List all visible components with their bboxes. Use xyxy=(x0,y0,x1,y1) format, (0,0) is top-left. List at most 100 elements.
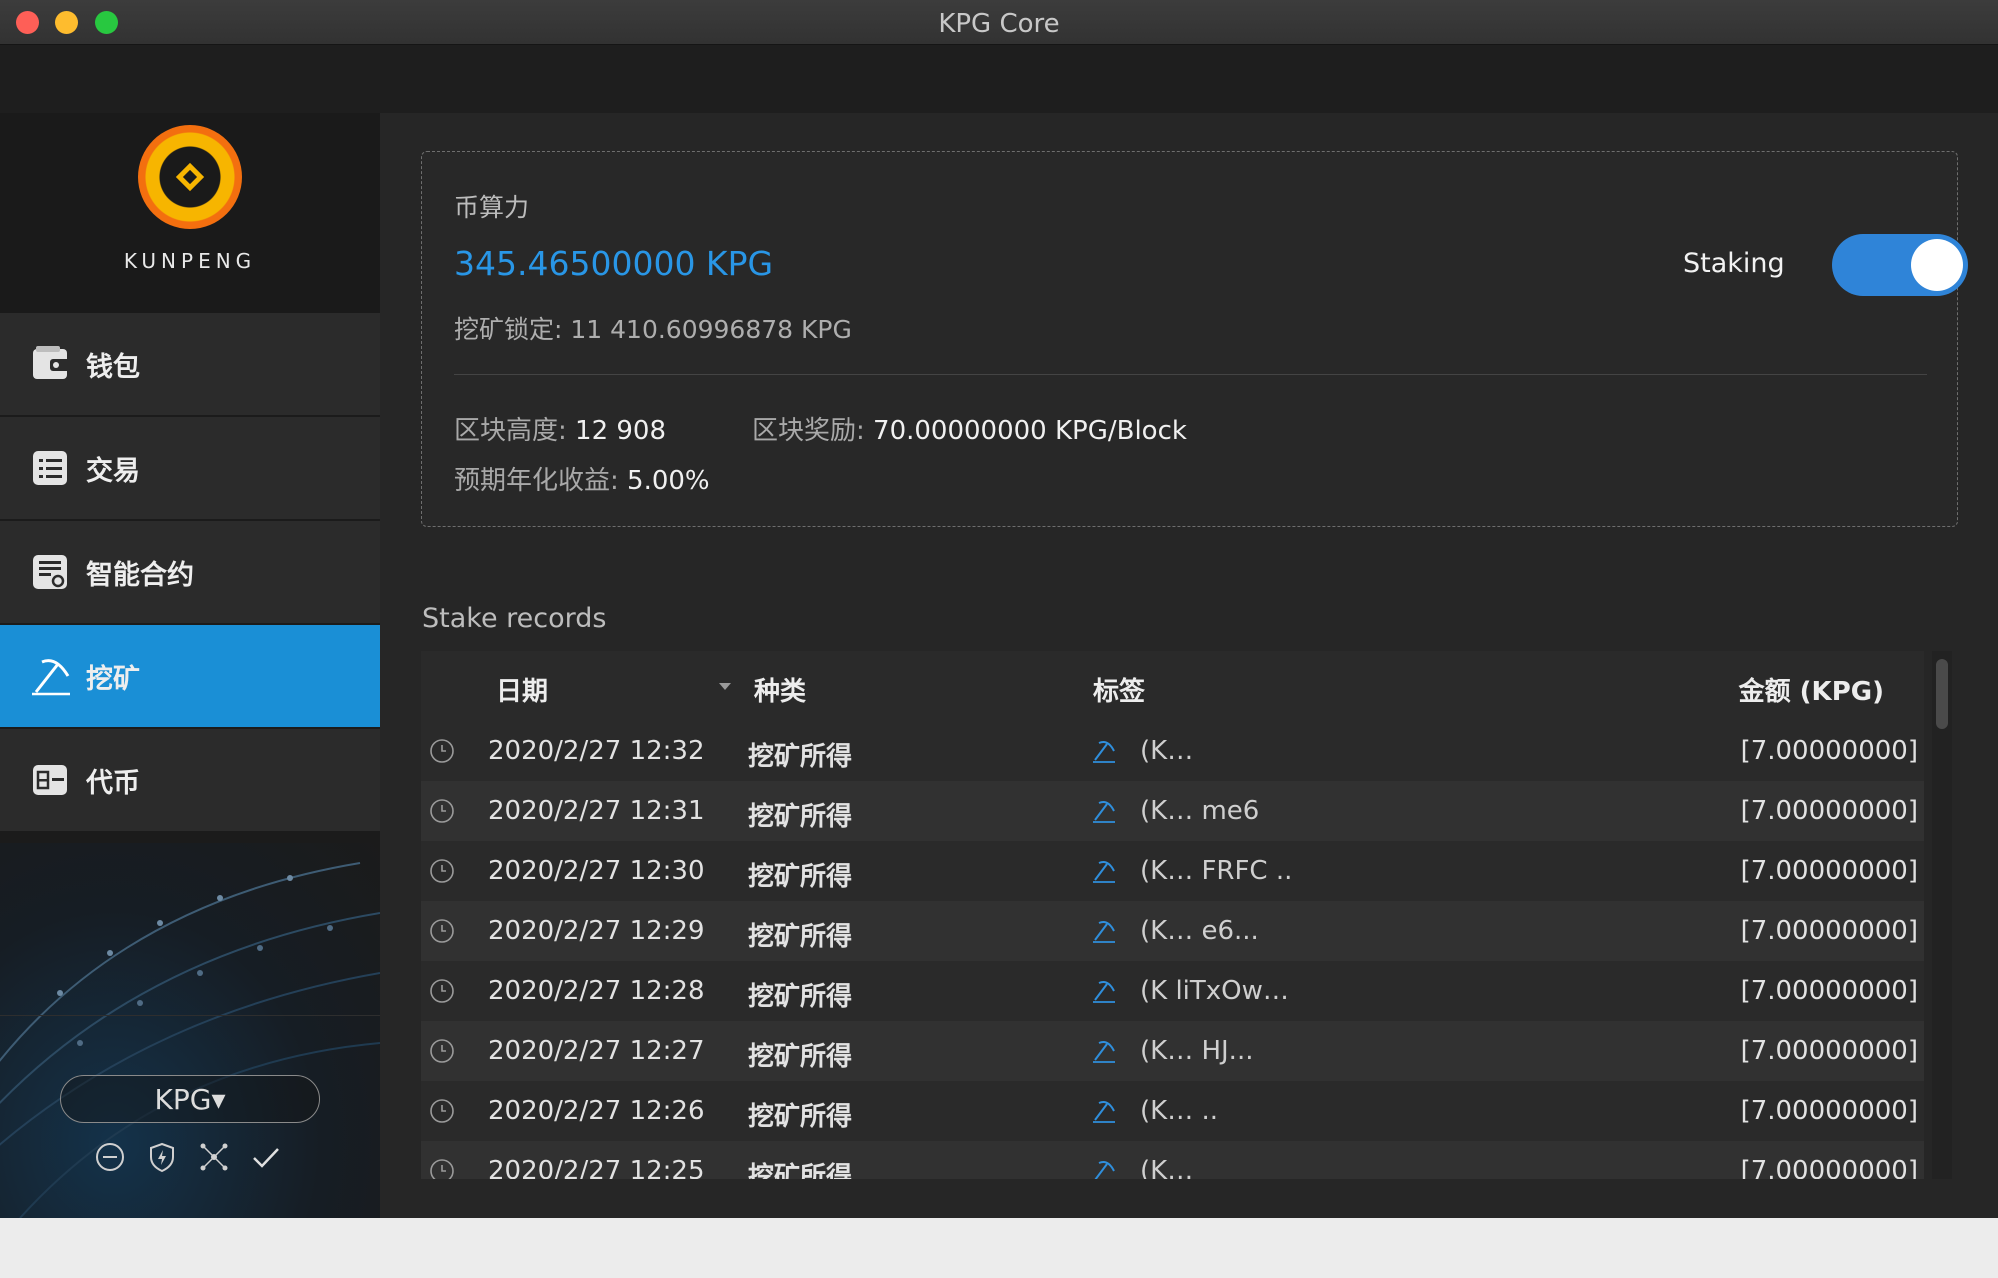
block-height-value: 12 908 xyxy=(575,416,667,446)
clock-icon xyxy=(429,1038,455,1064)
row-date: 2020/2/27 12:30 xyxy=(488,856,705,886)
row-label: (K… xyxy=(1140,736,1194,766)
row-date: 2020/2/27 12:32 xyxy=(488,736,705,766)
stake-summary-card: 币算力 345.46500000 KPG 挖矿锁定: 11 410.609968… xyxy=(421,151,1968,527)
mining-tag-icon xyxy=(1091,1158,1117,1179)
top-strip xyxy=(0,45,1998,113)
row-type: 挖矿所得 xyxy=(748,982,853,1012)
sidebar-item-mining[interactable]: 挖矿 xyxy=(0,625,380,729)
card-divider xyxy=(454,374,1927,375)
minus-circle-icon[interactable] xyxy=(94,1141,126,1173)
row-amount: [7.00000000] xyxy=(1740,976,1918,1006)
row-type: 挖矿所得 xyxy=(748,1042,853,1072)
row-type: 挖矿所得 xyxy=(748,1102,853,1132)
clock-icon xyxy=(429,1158,455,1179)
table-row[interactable]: 2020/2/27 12:31 挖矿所得 (K… me6 [7.00000000] xyxy=(421,781,1924,841)
main-content: 币算力 345.46500000 KPG 挖矿锁定: 11 410.609968… xyxy=(380,113,1998,1218)
mining-tag-icon xyxy=(1091,1038,1117,1064)
sidebar-item-smart-contracts[interactable]: 智能合约 xyxy=(0,521,380,625)
row-type: 挖矿所得 xyxy=(748,1162,853,1179)
expected-yield-label: 预期年化收益: xyxy=(454,466,628,496)
sidebar-nav: 钱包 交易 智能合约 挖矿 代币 xyxy=(0,313,380,833)
table-row[interactable]: 2020/2/27 12:29 挖矿所得 (K… e6... [7.00000000] xyxy=(421,901,1924,961)
row-type: 挖矿所得 xyxy=(748,922,853,952)
row-label: (K… .. xyxy=(1140,1096,1218,1126)
mining-tag-icon xyxy=(1091,738,1117,764)
row-date: 2020/2/27 12:29 xyxy=(488,916,705,946)
row-type: 挖矿所得 xyxy=(748,862,853,892)
title-bar[interactable]: KPG Core xyxy=(0,0,1998,45)
mining-tag-icon xyxy=(1091,918,1117,944)
toggle-knob xyxy=(1911,239,1963,291)
stake-records-table: 日期 种类 标签 金额 (KPG) 2020/2/27 12:32 挖矿所得 (K…… xyxy=(421,651,1924,1179)
sidebar-item-label: 代币 xyxy=(86,767,140,799)
row-amount: [7.00000000] xyxy=(1740,796,1918,826)
expected-yield-value: 5.00% xyxy=(627,466,710,496)
clock-icon xyxy=(429,1098,455,1124)
block-height: 区块高度: 12 908 xyxy=(454,410,666,447)
card-title: 币算力 xyxy=(454,193,530,222)
network-icon[interactable] xyxy=(198,1141,230,1173)
clock-icon xyxy=(429,918,455,944)
stake-amount: 345.46500000 KPG xyxy=(454,244,774,283)
sidebar-item-label: 挖矿 xyxy=(86,663,140,695)
table-row[interactable]: 2020/2/27 12:27 挖矿所得 (K… HJ... [7.00000000] xyxy=(421,1021,1924,1081)
sidebar-item-wallet[interactable]: 钱包 xyxy=(0,313,380,417)
brand-logo: KUNPENG xyxy=(0,113,380,313)
column-header-type[interactable]: 种类 xyxy=(754,671,806,708)
staking-label: Staking xyxy=(1683,248,1785,279)
stake-records-title: Stake records xyxy=(422,603,607,634)
block-height-label: 区块高度: xyxy=(454,416,576,446)
column-header-amount[interactable]: 金额 (KPG) xyxy=(1739,671,1884,708)
sidebar-item-transactions[interactable]: 交易 xyxy=(0,417,380,521)
staking-toggle[interactable] xyxy=(1832,234,1968,296)
row-date: 2020/2/27 12:26 xyxy=(488,1096,705,1126)
sidebar-item-label: 交易 xyxy=(86,455,140,487)
pickaxe-icon xyxy=(30,655,72,697)
mining-tag-icon xyxy=(1091,978,1117,1004)
mining-tag-icon xyxy=(1091,1098,1117,1124)
clock-icon xyxy=(429,798,455,824)
column-header-date[interactable]: 日期 xyxy=(496,671,548,708)
sidebar-item-label: 智能合约 xyxy=(86,559,194,591)
column-header-label[interactable]: 标签 xyxy=(1093,671,1145,708)
table-row[interactable]: 2020/2/27 12:30 挖矿所得 (K… FRFC .. [7.0000000… xyxy=(421,841,1924,901)
clock-icon xyxy=(429,858,455,884)
row-label: (K… e6... xyxy=(1140,916,1259,946)
mining-tag-icon xyxy=(1091,798,1117,824)
status-icons-bar xyxy=(94,1139,294,1175)
sidebar: KUNPENG 钱包 交易 智能合约 挖矿 代币 KPG▾ xyxy=(0,113,380,1218)
row-amount: [7.00000000] xyxy=(1740,1096,1918,1126)
coin-selector-dropdown[interactable]: KPG▾ xyxy=(60,1075,320,1123)
scrollbar-thumb[interactable] xyxy=(1936,659,1948,729)
block-reward-label: 区块奖励: xyxy=(752,416,874,446)
sort-descending-icon[interactable] xyxy=(719,683,731,690)
app-window: KPG Core KUNPENG 钱包 交易 智能合约 挖矿 代币 KPG▾ 币… xyxy=(0,0,1998,1218)
mining-locked-value: 11 410.60996878 KPG xyxy=(570,315,852,344)
mining-locked: 挖矿锁定: 11 410.60996878 KPG xyxy=(454,310,852,346)
row-amount: [7.00000000] xyxy=(1740,856,1918,886)
table-body: 2020/2/27 12:32 挖矿所得 (K… [7.00000000] 2020/2… xyxy=(421,721,1924,1179)
clock-icon xyxy=(429,978,455,1004)
wallet-icon xyxy=(30,343,72,385)
contract-icon xyxy=(30,551,72,593)
table-row[interactable]: 2020/2/27 12:26 挖矿所得 (K… .. [7.00000000] xyxy=(421,1081,1924,1141)
brand-name: KUNPENG xyxy=(123,249,257,273)
sidebar-item-label: 钱包 xyxy=(86,351,140,383)
table-row[interactable]: 2020/2/27 12:25 挖矿所得 (K… [7.00000000] xyxy=(421,1141,1924,1179)
row-date: 2020/2/27 12:27 xyxy=(488,1036,705,1066)
block-reward-value: 70.00000000 KPG/Block xyxy=(873,416,1187,446)
window-title: KPG Core xyxy=(938,9,1060,39)
check-icon[interactable] xyxy=(250,1141,282,1173)
mining-locked-label: 挖矿锁定: xyxy=(454,315,571,344)
row-date: 2020/2/27 12:25 xyxy=(488,1156,705,1179)
row-label: (K… me6 xyxy=(1140,796,1260,826)
table-row[interactable]: 2020/2/27 12:28 挖矿所得 (K liTxOw… [7.00000000… xyxy=(421,961,1924,1021)
sidebar-item-tokens[interactable]: 代币 xyxy=(0,729,380,833)
row-type: 挖矿所得 xyxy=(748,742,853,772)
shield-icon[interactable] xyxy=(146,1141,178,1173)
table-scrollbar[interactable] xyxy=(1932,651,1952,1179)
row-amount: [7.00000000] xyxy=(1740,916,1918,946)
expected-yield: 预期年化收益: 5.00% xyxy=(454,460,710,497)
table-row[interactable]: 2020/2/27 12:32 挖矿所得 (K… [7.00000000] xyxy=(421,721,1924,781)
